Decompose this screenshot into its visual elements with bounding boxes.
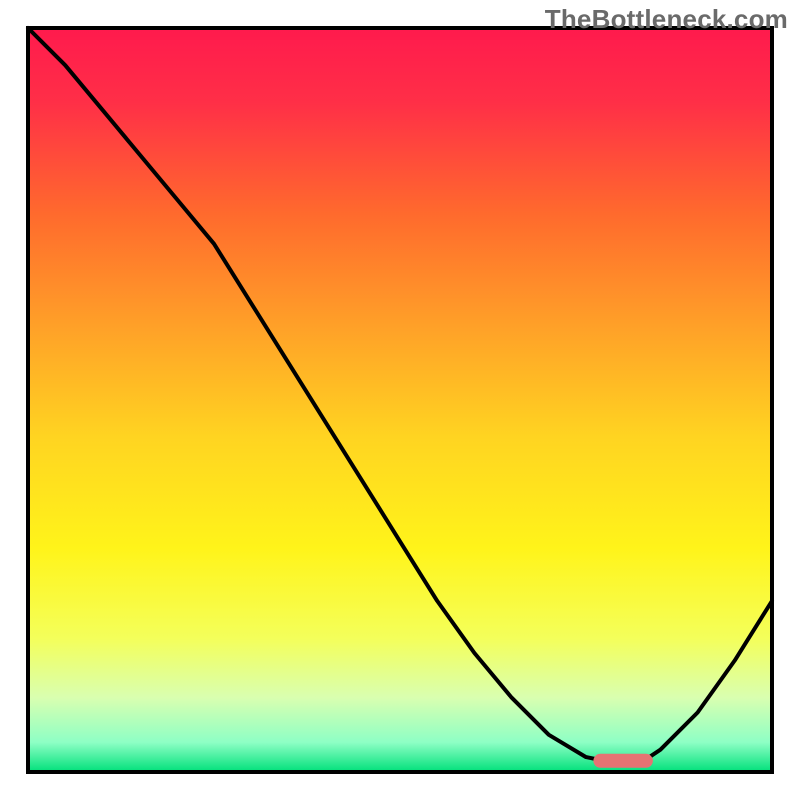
optimal-marker xyxy=(593,754,653,768)
chart-stage: TheBottleneck.com xyxy=(0,0,800,800)
watermark-text: TheBottleneck.com xyxy=(545,4,788,35)
bottleneck-chart xyxy=(0,0,800,800)
plot-background xyxy=(28,28,772,772)
